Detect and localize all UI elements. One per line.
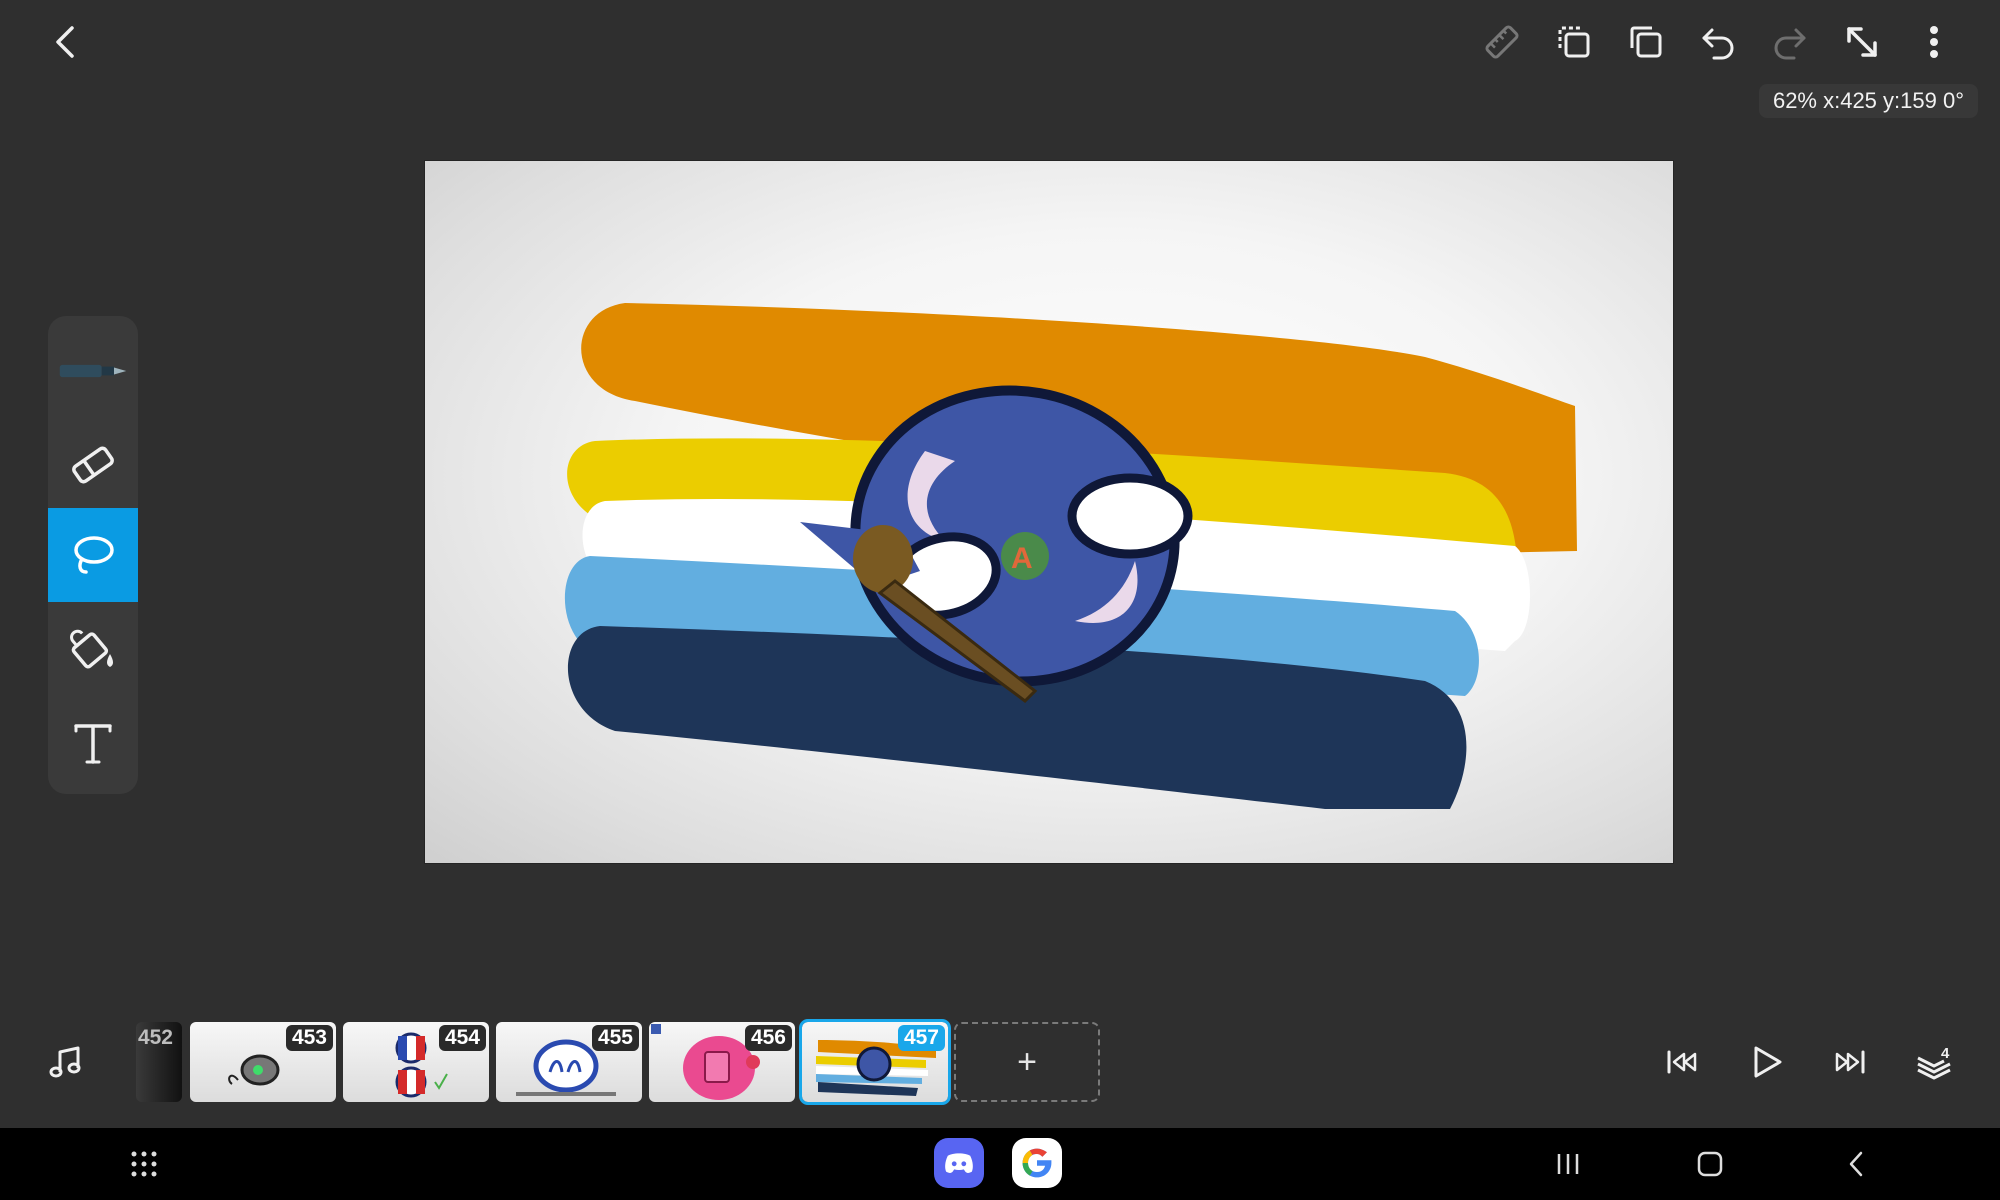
- text-tool-icon[interactable]: [48, 696, 138, 790]
- add-frame-button[interactable]: +: [954, 1022, 1100, 1102]
- pen-icon[interactable]: [48, 324, 138, 418]
- google-app-icon[interactable]: [1012, 1138, 1062, 1188]
- canvas-drawing: A: [564, 303, 1577, 809]
- play-icon[interactable]: [1738, 1034, 1794, 1090]
- recents-icon[interactable]: [1548, 1140, 1588, 1188]
- skip-start-icon[interactable]: [1654, 1034, 1710, 1090]
- layers-icon[interactable]: 4: [1906, 1034, 1962, 1090]
- frame-number: 457: [897, 1025, 945, 1051]
- top-toolbar: [0, 0, 2000, 88]
- home-icon[interactable]: [1690, 1140, 1730, 1188]
- lasso-icon[interactable]: [48, 508, 138, 602]
- more-menu-icon[interactable]: [1906, 14, 1962, 70]
- frame-thumbnail-selected[interactable]: 457: [799, 1019, 951, 1105]
- svg-text:A: A: [1011, 542, 1033, 575]
- redo-icon[interactable]: [1762, 14, 1818, 70]
- frame-number: 452: [137, 1026, 173, 1049]
- frame-thumbnail[interactable]: 454: [343, 1022, 489, 1102]
- frame-number: 453: [285, 1025, 333, 1051]
- frame-thumbnail[interactable]: 452: [136, 1022, 182, 1102]
- eraser-icon[interactable]: [48, 418, 138, 512]
- undo-icon[interactable]: [1690, 14, 1746, 70]
- tool-palette: [48, 316, 138, 794]
- frame-number: 456: [744, 1025, 792, 1051]
- frame-thumbnail[interactable]: 456: [649, 1022, 795, 1102]
- app-drawer-icon[interactable]: [124, 1140, 164, 1188]
- system-nav-bar: [0, 1128, 2000, 1200]
- copy-frame-icon[interactable]: [1546, 14, 1602, 70]
- animation-app: 62% x:425 y:159 0° A 452 453 454 455 456…: [0, 0, 2000, 1200]
- layers-count: 4: [1941, 1045, 1950, 1062]
- frame-number: 455: [591, 1025, 639, 1051]
- frame-thumbnail[interactable]: 455: [496, 1022, 642, 1102]
- fill-bucket-icon[interactable]: [48, 602, 138, 696]
- music-icon[interactable]: [38, 1034, 94, 1090]
- frame-thumbnail[interactable]: 453: [190, 1022, 336, 1102]
- drawing-canvas[interactable]: A: [425, 161, 1673, 863]
- nav-back-icon[interactable]: [1836, 1140, 1876, 1188]
- skip-end-icon[interactable]: [1822, 1034, 1878, 1090]
- expand-icon[interactable]: [1834, 14, 1890, 70]
- discord-app-icon[interactable]: [934, 1138, 984, 1188]
- frame-number: 454: [438, 1025, 486, 1051]
- ruler-icon[interactable]: [1474, 14, 1530, 70]
- paste-frame-icon[interactable]: [1618, 14, 1674, 70]
- canvas-status-readout: 62% x:425 y:159 0°: [1758, 84, 1978, 118]
- frame-timeline: 452 453 454 455 456 457 + 4: [0, 1010, 2000, 1120]
- back-icon[interactable]: [38, 14, 94, 70]
